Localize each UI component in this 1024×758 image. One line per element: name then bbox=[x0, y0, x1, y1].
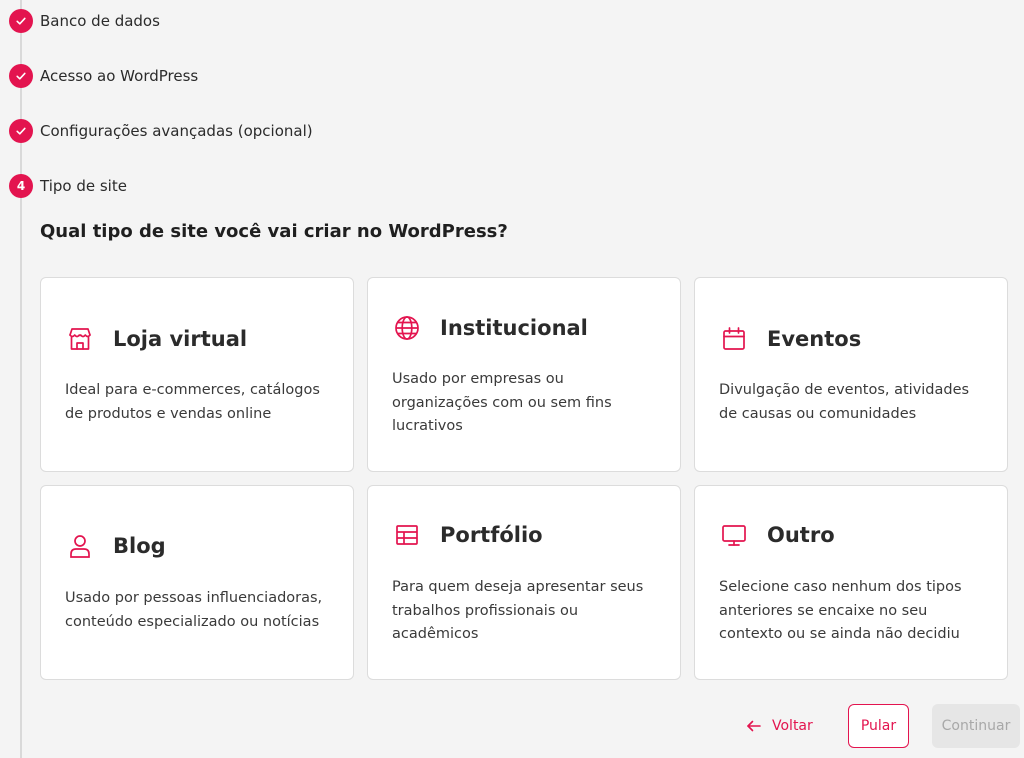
layout-grid-icon bbox=[392, 520, 422, 550]
calendar-icon bbox=[719, 324, 749, 354]
option-card-institutional[interactable]: Institucional Usado por empresas ou orga… bbox=[367, 277, 681, 472]
check-icon bbox=[9, 64, 33, 88]
setup-wizard: Banco de dados Acesso ao WordPress Confi… bbox=[0, 0, 1024, 758]
option-description: Usado por empresas ou organizações com o… bbox=[392, 371, 612, 434]
step-advanced-settings: Configurações avançadas (opcional) bbox=[9, 119, 313, 143]
arrow-left-icon bbox=[746, 719, 762, 733]
option-card-events[interactable]: Eventos Divulgação de eventos, atividade… bbox=[694, 277, 1008, 472]
option-card-portfolio[interactable]: Portfólio Para quem deseja apresentar se… bbox=[367, 485, 681, 680]
user-icon bbox=[65, 531, 95, 561]
option-title: Blog bbox=[113, 534, 166, 558]
continue-button[interactable]: Continuar bbox=[932, 704, 1020, 748]
store-icon bbox=[65, 324, 95, 354]
option-card-store[interactable]: Loja virtual Ideal para e-commerces, cat… bbox=[40, 277, 354, 472]
back-button[interactable]: Voltar bbox=[746, 713, 813, 739]
option-card-blog[interactable]: Blog Usado por pessoas influenciadoras, … bbox=[40, 485, 354, 680]
step-wordpress-access: Acesso ao WordPress bbox=[9, 64, 198, 88]
monitor-icon bbox=[719, 520, 749, 550]
step-label: Acesso ao WordPress bbox=[40, 67, 199, 85]
option-title: Outro bbox=[767, 523, 835, 547]
step-site-type: 4 Tipo de site bbox=[9, 174, 127, 198]
step-label: Banco de dados bbox=[40, 12, 160, 30]
option-title: Loja virtual bbox=[113, 327, 248, 351]
check-icon bbox=[9, 119, 33, 143]
steps-connector-line bbox=[20, 0, 22, 758]
globe-icon bbox=[392, 313, 422, 343]
option-description: Ideal para e-commerces, catálogos de pro… bbox=[65, 382, 320, 422]
step-number-badge: 4 bbox=[9, 174, 33, 198]
option-title: Portfólio bbox=[440, 523, 543, 547]
step-database: Banco de dados bbox=[9, 9, 160, 33]
step-label: Tipo de site bbox=[40, 177, 127, 195]
option-description: Para quem deseja apresentar seus trabalh… bbox=[392, 579, 644, 642]
skip-button[interactable]: Pular bbox=[848, 704, 909, 748]
option-card-other[interactable]: Outro Selecione caso nenhum dos tipos an… bbox=[694, 485, 1008, 680]
option-description: Usado por pessoas influenciadoras, conte… bbox=[65, 590, 323, 630]
question-heading: Qual tipo de site você vai criar no Word… bbox=[40, 221, 508, 242]
option-description: Selecione caso nenhum dos tipos anterior… bbox=[719, 579, 962, 642]
option-description: Divulgação de eventos, atividades de cau… bbox=[719, 382, 970, 422]
option-title: Eventos bbox=[767, 327, 862, 351]
back-button-label: Voltar bbox=[772, 718, 813, 734]
option-title: Institucional bbox=[440, 316, 588, 340]
step-label: Configurações avançadas (opcional) bbox=[40, 122, 313, 140]
check-icon bbox=[9, 9, 33, 33]
